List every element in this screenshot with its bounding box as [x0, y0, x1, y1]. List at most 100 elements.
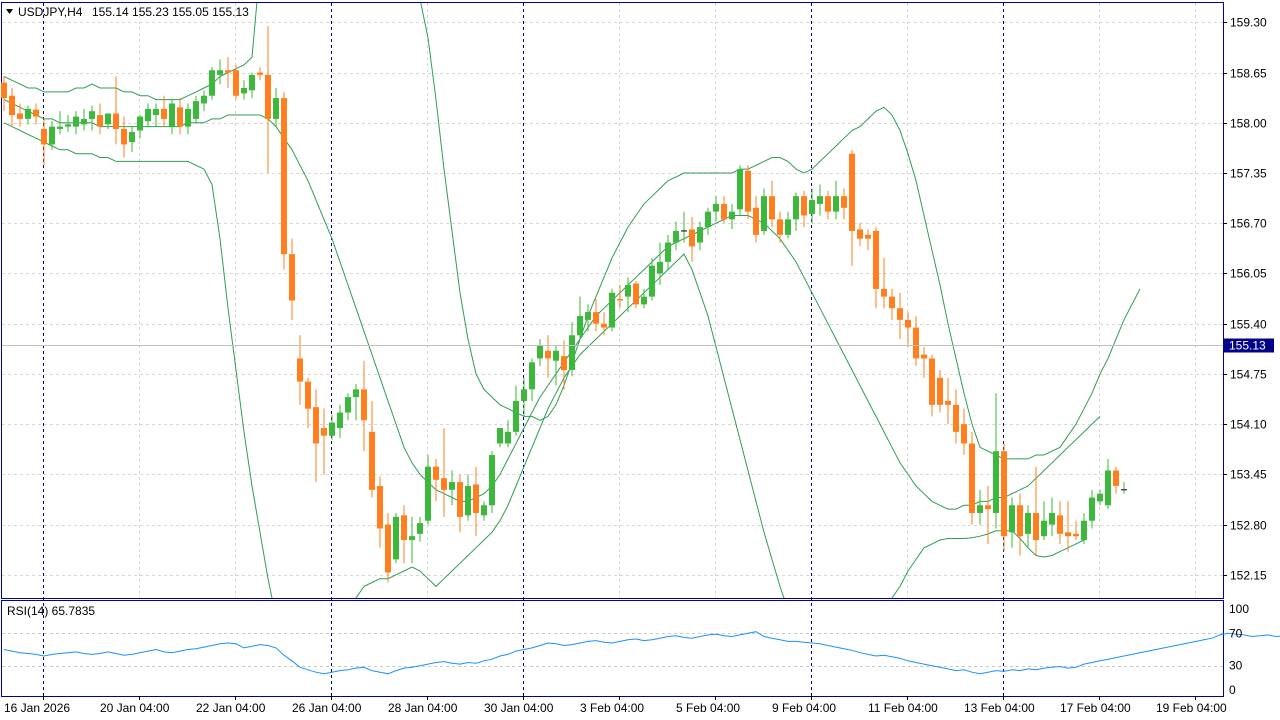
rsi-panel-frame[interactable] [1, 600, 1224, 697]
rsi-label: RSI(14) 65.7835 [7, 604, 95, 618]
candle-body [49, 126, 55, 145]
candle-body [809, 200, 815, 214]
candle-body [297, 358, 303, 382]
price-tick-label: 152.15 [1230, 569, 1267, 583]
candle-body [161, 108, 167, 119]
candle [489, 451, 495, 513]
candle-body [729, 211, 735, 220]
candle-body [697, 227, 703, 243]
price-tick-label: 154.10 [1230, 418, 1267, 432]
candle-body [57, 126, 63, 129]
candle-body [441, 478, 447, 490]
candle-body [585, 312, 591, 320]
candle-body [425, 466, 431, 521]
candle-body [97, 115, 103, 127]
candle-body [73, 116, 79, 127]
price-tick-label: 158.65 [1230, 67, 1267, 81]
candle-body [889, 296, 895, 309]
candle-body [969, 443, 975, 513]
price-tick-label: 152.80 [1230, 519, 1267, 533]
time-tick-label: 19 Feb 04:00 [1156, 701, 1227, 715]
candle-body [561, 356, 567, 371]
candle-body [505, 431, 511, 444]
candle-body [713, 203, 719, 212]
candle-body [929, 358, 935, 405]
candle [1001, 443, 1007, 552]
candle-body [337, 412, 343, 428]
candle [393, 513, 399, 564]
price-tick-label: 154.75 [1230, 368, 1267, 382]
rsi-tick-label: 30 [1229, 659, 1243, 673]
candle-body [233, 70, 239, 96]
time-tick-label: 3 Feb 04:00 [580, 701, 644, 715]
candle-body [537, 345, 543, 359]
candle-body [241, 88, 247, 94]
candle-body [521, 389, 527, 401]
candle-body [1081, 520, 1087, 541]
candle-body [377, 485, 383, 529]
candle-body [657, 261, 663, 274]
candle-body [401, 515, 407, 541]
candle-body [1, 82, 7, 99]
candle-body [953, 404, 959, 432]
candle-body [9, 95, 15, 116]
candle-body [289, 254, 295, 301]
candle-body [497, 428, 503, 444]
candle-body [177, 107, 183, 127]
candle-body [385, 524, 391, 573]
candle-body [449, 482, 455, 490]
candle-body [185, 108, 191, 127]
candle-body [1105, 470, 1111, 506]
candle-body [33, 109, 39, 117]
time-tick-label: 30 Jan 04:00 [484, 701, 554, 715]
time-axis[interactable]: 16 Jan 2026 20 Jan 04:00 22 Jan 04:00 26 Ja… [4, 696, 1227, 715]
candle-body [665, 242, 671, 262]
candle-body [761, 196, 767, 231]
price-tick-label: 157.35 [1230, 167, 1267, 181]
candle-body [825, 196, 831, 212]
candle-body [1041, 520, 1047, 537]
candle-body [977, 505, 983, 513]
candle-body [833, 196, 839, 212]
mt4-chart[interactable]: 159.30 158.65 158.00 157.35 156.70 156.05 155.… [0, 0, 1280, 720]
candle-body [121, 128, 127, 145]
candle-body [41, 128, 47, 145]
candle-body [993, 451, 999, 513]
candle-body [721, 203, 727, 220]
candle-body [473, 484, 479, 513]
candle-body [529, 362, 535, 390]
candle-body [361, 389, 367, 421]
candle-body [513, 400, 519, 432]
time-tick-label: 26 Jan 04:00 [292, 701, 362, 715]
candle-body [281, 98, 287, 255]
candle-body [625, 285, 631, 297]
candle-body [249, 74, 255, 91]
candle-body [129, 132, 135, 143]
candle-body [369, 431, 375, 490]
candle [633, 281, 639, 309]
candle-body [633, 283, 639, 305]
price-tick-label: 159.30 [1230, 16, 1267, 30]
price-axis[interactable]: 159.30 158.65 158.00 157.35 156.70 156.05 155.… [1223, 16, 1267, 583]
candle-body [745, 170, 751, 212]
candle-body [945, 400, 951, 405]
candle-body [985, 505, 991, 510]
candle-body [169, 103, 175, 127]
candle-body [345, 397, 351, 413]
candle-body [1097, 493, 1103, 502]
candle-body [777, 219, 783, 235]
time-tick-label: 13 Feb 04:00 [964, 701, 1035, 715]
candle-body [905, 319, 911, 328]
candle-body [81, 118, 87, 125]
symbol-title: USDJPY,H4 [18, 5, 83, 19]
price-tick-label: 158.00 [1230, 117, 1267, 131]
candle [745, 165, 751, 220]
candle-body [353, 389, 359, 398]
candle-body [1001, 451, 1007, 537]
candle [969, 431, 975, 525]
time-tick-label: 17 Feb 04:00 [1060, 701, 1131, 715]
candle-body [785, 219, 791, 235]
candle-body [1073, 533, 1079, 537]
candle-body [465, 485, 471, 516]
candle-body [881, 288, 887, 297]
